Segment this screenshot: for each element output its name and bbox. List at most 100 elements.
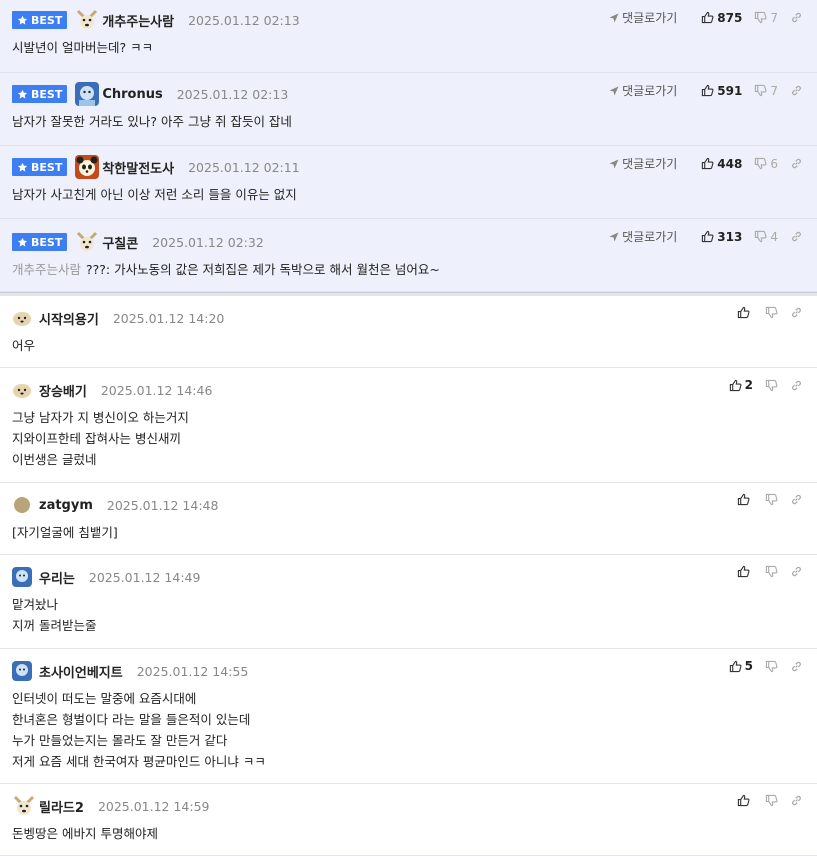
link-icon[interactable] — [790, 84, 803, 97]
comment-text: 개추주는사람???: 가사노동의 값은 저희집은 제가 독박으로 해서 월천은 … — [12, 262, 440, 277]
comment-list: BEST 개추주는사람 2025.01.12 02:13 시발년이 얼마버는데?… — [0, 0, 817, 856]
mention-link[interactable]: 개추주는사람 — [12, 262, 81, 277]
link-icon[interactable] — [790, 306, 803, 319]
thumbs-up-icon — [702, 230, 714, 243]
comment-date: 2025.01.12 14:59 — [97, 798, 210, 814]
thumbs-up-icon — [737, 794, 750, 807]
blue-avatar-icon[interactable] — [75, 82, 100, 106]
comment-text: 남자가 사고친게 아닌 이상 저런 소리 들을 이유는 없지 — [12, 187, 297, 202]
best-badge: BEST — [12, 85, 68, 103]
star-icon — [17, 15, 28, 24]
arrow-icon — [609, 159, 619, 168]
downvote-button[interactable]: 7 — [754, 84, 778, 98]
comment-item: 릴라드2 2025.01.12 14:59 돈벵땅은 에바지 투명해야제 — [0, 784, 817, 856]
comment-author[interactable]: 초사이언베지트 — [39, 662, 123, 681]
downvote-button[interactable] — [765, 379, 778, 392]
downvote-button[interactable] — [765, 660, 778, 673]
upvote-button[interactable] — [737, 493, 753, 506]
comment-text: 돈벵땅은 에바지 투명해야제 — [12, 826, 158, 841]
link-icon[interactable] — [790, 565, 803, 578]
upvote-button[interactable] — [737, 565, 753, 578]
comment-date: 2025.01.12 14:20 — [112, 310, 225, 326]
comment-author[interactable]: 구칠콘 — [102, 233, 138, 252]
best-comment: BEST 착한말전도사 2025.01.12 02:11 남자가 사고친게 아닌… — [0, 146, 817, 219]
downvote-button[interactable]: 6 — [754, 157, 778, 171]
reply-link[interactable]: 댓글로가기 — [609, 82, 677, 99]
blue-avatar-icon[interactable] — [12, 567, 32, 587]
thumbs-down-icon — [765, 379, 778, 391]
comment-text: 맡겨놨나 지꺼 돌려받는줄 — [12, 597, 97, 633]
comment-item: 우리는 2025.01.12 14:49 맡겨놨나 지꺼 돌려받는줄 — [0, 555, 817, 649]
thumbs-up-icon — [737, 493, 750, 506]
thumbs-down-icon — [755, 157, 767, 170]
thumbs-up-icon — [702, 157, 714, 170]
upvote-button[interactable]: 2 — [729, 378, 753, 392]
upvote-button[interactable]: 313 — [701, 230, 742, 244]
arrow-icon — [609, 13, 619, 22]
best-badge: BEST — [12, 158, 68, 176]
comment-author[interactable]: 장승배기 — [39, 381, 87, 400]
downvote-button[interactable] — [765, 565, 778, 578]
dot-icon[interactable] — [12, 495, 32, 515]
comment-text: 어우 — [12, 338, 36, 353]
comment-date: 2025.01.12 02:13 — [188, 12, 300, 28]
star-icon — [17, 162, 28, 171]
comment-item: 장승배기 2025.01.12 14:46 그냥 남자가 지 병신이오 하는거지… — [0, 368, 817, 483]
thumbs-up-icon — [737, 306, 750, 319]
link-icon[interactable] — [790, 794, 803, 807]
best-comment: BEST Chronus 2025.01.12 02:13 남자가 잘못한 거라… — [0, 73, 817, 146]
link-icon[interactable] — [790, 11, 803, 24]
comment-item: 시작의용기 2025.01.12 14:20 어우 — [0, 296, 817, 368]
downvote-button[interactable] — [765, 306, 778, 319]
reply-link[interactable]: 댓글로가기 — [609, 155, 677, 172]
reply-link[interactable]: 댓글로가기 — [609, 9, 677, 26]
thumbs-down-icon — [765, 794, 778, 807]
dog-icon[interactable] — [75, 8, 100, 32]
puppy-icon[interactable] — [12, 308, 32, 328]
reply-link[interactable]: 댓글로가기 — [609, 228, 677, 245]
upvote-button[interactable]: 591 — [701, 84, 742, 98]
star-icon — [17, 89, 28, 98]
upvote-button[interactable]: 875 — [701, 11, 742, 25]
link-icon[interactable] — [790, 157, 803, 170]
downvote-button[interactable]: 7 — [754, 11, 778, 25]
puppy-icon[interactable] — [12, 380, 32, 400]
dog-icon[interactable] — [75, 230, 100, 254]
comment-text: 남자가 잘못한 거라도 있나? 아주 그냥 쥐 잡듯이 잡네 — [12, 114, 292, 129]
comment-author[interactable]: 개추주는사람 — [102, 11, 174, 30]
comment-text: [자기얼굴에 침뱉기] — [12, 525, 118, 540]
upvote-button[interactable] — [737, 306, 753, 319]
comment-author[interactable]: 우리는 — [39, 568, 75, 587]
downvote-button[interactable]: 4 — [754, 230, 778, 244]
blue-avatar-icon[interactable] — [12, 661, 32, 681]
link-icon[interactable] — [790, 379, 803, 392]
downvote-button[interactable] — [765, 493, 778, 506]
arrow-icon — [609, 86, 619, 95]
comment-author[interactable]: 시작의용기 — [39, 309, 99, 328]
comment-author[interactable]: Chronus — [102, 87, 162, 102]
comment-author[interactable]: 릴라드2 — [39, 797, 84, 816]
thumbs-up-icon — [702, 11, 714, 24]
comment-date: 2025.01.12 14:49 — [88, 569, 201, 585]
comment-text: 시발년이 얼마버는데? ㅋㅋ — [12, 40, 154, 55]
link-icon[interactable] — [790, 230, 803, 243]
panda-icon[interactable] — [75, 155, 100, 179]
thumbs-down-icon — [755, 230, 767, 243]
comment-text: 그냥 남자가 지 병신이오 하는거지 지와이프한테 잡혀사는 병신새끼 이번생은… — [12, 410, 189, 467]
best-comment: BEST 구칠콘 2025.01.12 02:32 개추주는사람???: 가사노… — [0, 219, 817, 292]
link-icon[interactable] — [790, 493, 803, 506]
link-icon[interactable] — [790, 660, 803, 673]
upvote-button[interactable]: 5 — [729, 659, 753, 673]
comment-author[interactable]: zatgym — [39, 498, 93, 513]
thumbs-up-icon — [702, 84, 714, 97]
comment-date: 2025.01.12 02:13 — [176, 86, 289, 102]
comment-author[interactable]: 착한말전도사 — [102, 158, 174, 177]
thumbs-up-icon — [737, 565, 750, 578]
upvote-button[interactable] — [737, 794, 753, 807]
upvote-button[interactable]: 448 — [701, 157, 742, 171]
dog-icon[interactable] — [12, 794, 36, 818]
comment-date: 2025.01.12 14:48 — [106, 497, 219, 513]
best-comment: BEST 개추주는사람 2025.01.12 02:13 시발년이 얼마버는데?… — [0, 0, 817, 73]
downvote-button[interactable] — [765, 794, 778, 807]
comment-date: 2025.01.12 02:32 — [152, 234, 264, 250]
